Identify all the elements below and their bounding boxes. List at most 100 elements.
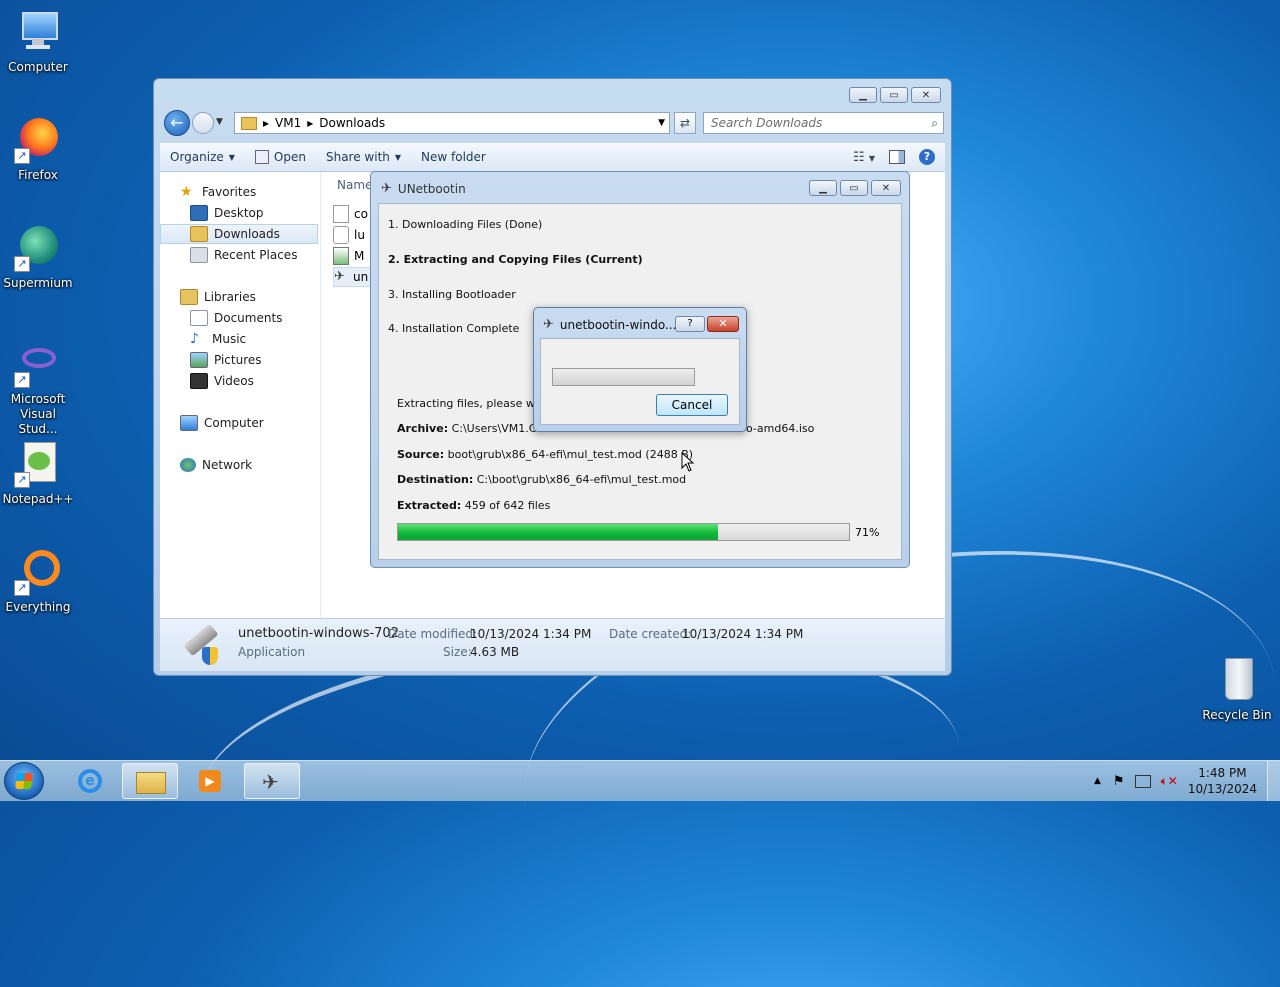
nav-videos[interactable]: Videos [160,371,318,391]
size-label: Size: [443,645,472,659]
nav-libraries[interactable]: Libraries [160,287,318,307]
desktop-icon [190,205,208,221]
visual-studio-icon: ↗ [14,340,62,388]
nav-music[interactable]: ♪ Music [160,329,318,349]
dialog-progress-bar [552,368,695,386]
system-tray: ▲ ⚑ 🔈︎✕ 1:48 PM 10/13/2024 [1094,761,1280,801]
destination-value: C:\boot\grub\x86_64-efi\mul_test.mod [476,473,687,486]
organize-button[interactable]: Organize ▼ [160,150,245,164]
start-button[interactable] [4,762,44,800]
desktop-icon-visual-studio[interactable]: ↗ Microsoft Visual Stud... [0,340,76,437]
size-value: 4.63 MB [470,645,520,659]
view-options-icon[interactable]: ☷ ▼ [853,150,875,165]
column-header-name[interactable]: Name [337,178,372,192]
search-placeholder: Search Downloads [711,116,823,130]
nav-computer[interactable]: Computer [160,413,318,433]
history-dropdown-icon[interactable]: ▼ [216,117,223,127]
nav-documents[interactable]: Documents [160,308,318,328]
network-icon [180,458,196,472]
nav-label: Recent Places [214,248,298,262]
music-icon: ♪ [190,331,199,347]
search-icon: ⌕ [931,116,938,130]
show-hidden-icons-button[interactable]: ▲ [1094,776,1101,786]
destination-label: Destination: [397,473,474,486]
step-1: 1. Downloading Files (Done) [388,218,543,231]
file-icon [333,205,349,223]
desktop-icon-firefox[interactable]: ↗ Firefox [0,116,76,183]
libraries-icon [180,289,198,305]
extracted-label: Extracted: [397,499,462,512]
close-button[interactable]: ✕ [871,180,901,196]
desktop-icon-label: Everything [5,600,71,614]
nav-label: Computer [204,416,264,430]
action-center-flag-icon[interactable]: ⚑ [1113,774,1125,789]
open-button[interactable]: Open [245,150,316,164]
nav-label: Network [202,458,253,472]
forward-button[interactable] [192,112,214,134]
refresh-button[interactable]: ⇄ [674,112,696,134]
open-label: Open [273,150,306,164]
maximize-button[interactable]: ▭ [840,180,868,196]
application-icon [180,623,222,667]
help-button[interactable]: ? [675,316,705,332]
nav-label: Music [212,332,247,346]
minimize-button[interactable]: ▁ [849,87,877,103]
media-player-icon: ▶ [199,770,221,792]
dialog-close-button[interactable]: ✕ [707,316,739,332]
show-desktop-button[interactable] [1267,761,1280,801]
clock-date: 10/13/2024 [1187,782,1257,796]
desktop-icon-label: Microsoft Visual Stud... [10,392,66,436]
extracted-line: Extracted: 459 of 642 files [397,499,550,512]
nav-desktop[interactable]: Desktop [160,203,318,223]
taskbar-internet-explorer[interactable]: e [62,763,118,799]
nav-network[interactable]: Network [160,455,318,475]
nav-pictures[interactable]: Pictures [160,350,318,370]
taskbar-unetbootin[interactable]: ✈ [244,763,300,799]
breadcrumb-item[interactable]: Downloads [319,116,385,130]
star-icon: ★ [180,184,193,200]
desktop-icon-everything[interactable]: ↗ Everything [0,548,76,615]
file-name: co [354,207,368,221]
unetbootin-icon: ✈ [543,317,554,332]
preview-pane-icon[interactable] [889,150,905,164]
shortcut-arrow-icon: ↗ [14,472,30,488]
close-button[interactable]: ✕ [911,87,941,103]
taskbar-media-player[interactable]: ▶ [183,763,239,799]
nav-favorites[interactable]: ★ Favorites [160,182,318,202]
windows-logo-icon [15,773,33,789]
desktop-icon-label: Supermium [3,276,73,290]
search-input[interactable]: Search Downloads ⌕ [703,112,944,134]
pictures-icon [190,352,208,368]
share-with-button[interactable]: Share with ▼ [316,150,411,164]
volume-muted-icon[interactable]: 🔈︎✕ [1161,774,1178,789]
cancel-button[interactable]: Cancel [656,394,728,416]
unetbootin-icon: ✈ [262,770,279,794]
address-bar[interactable]: ▸ VM1 ▸ Downloads ▼ [234,112,670,134]
desktop-icon-label: Firefox [18,168,58,182]
step-3: 3. Installing Bootloader [388,288,516,301]
clock[interactable]: 1:48 PM 10/13/2024 [1188,765,1257,797]
desktop-icon-recycle-bin[interactable]: Recycle Bin [1199,656,1275,723]
unetbootin-progress-dialog[interactable]: ✈ unetbootin-windo... ? ✕ Cancel [533,307,747,432]
taskbar-explorer[interactable] [122,763,178,799]
date-created-value: 10/13/2024 1:34 PM [682,627,804,641]
desktop-icon-supermium[interactable]: ↗ Supermium [0,224,76,291]
desktop-icon-computer[interactable]: Computer [0,8,76,75]
help-icon[interactable]: ? [919,149,935,165]
address-dropdown-icon[interactable]: ▼ [658,118,665,128]
step-2: 2. Extracting and Copying Files (Current… [388,253,643,266]
network-icon[interactable] [1134,774,1151,788]
maximize-button[interactable]: ▭ [880,87,908,103]
desktop-icon-notepadpp[interactable]: ↗ Notepad++ [0,440,76,507]
new-folder-button[interactable]: New folder [411,150,496,164]
progress-percent: 71% [855,526,880,539]
file-name: lu [354,228,365,242]
back-button[interactable]: ← [164,110,190,136]
minimize-button[interactable]: ▁ [809,180,837,196]
breadcrumb-item[interactable]: VM1 [275,116,301,130]
nav-recent-places[interactable]: Recent Places [160,245,318,265]
destination-line: Destination: C:\boot\grub\x86_64-efi\mul… [397,473,686,486]
step-4: 4. Installation Complete [388,322,520,335]
nav-label: Favorites [202,185,257,199]
nav-downloads[interactable]: Downloads [160,224,318,244]
